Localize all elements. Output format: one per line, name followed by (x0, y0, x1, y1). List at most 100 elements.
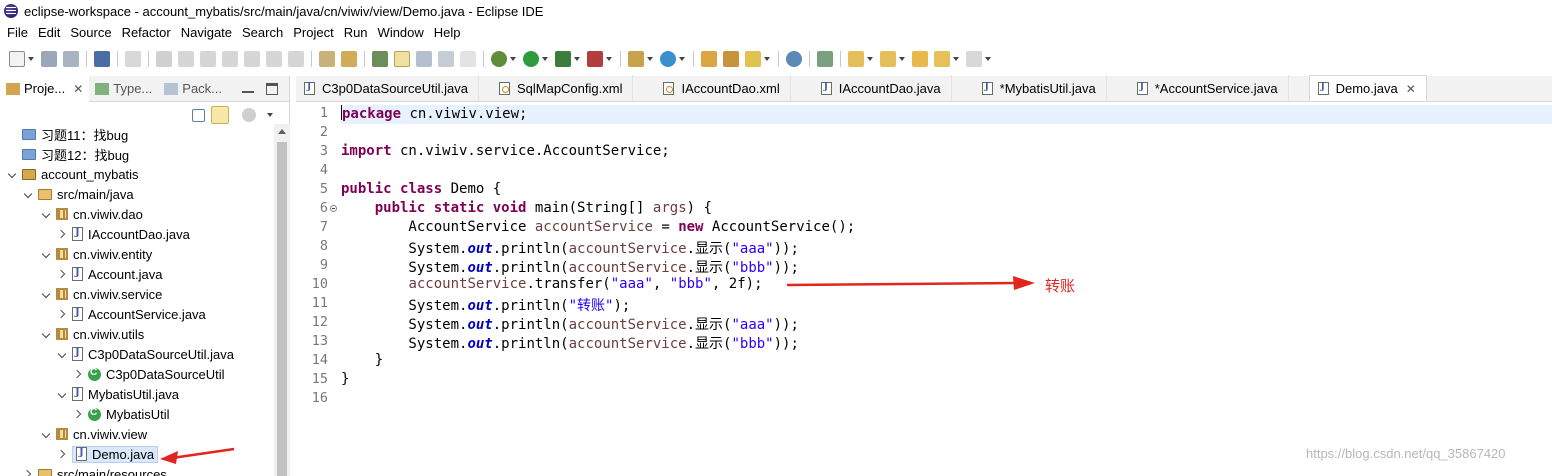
fold-collapse-icon[interactable] (330, 205, 337, 212)
tree-item[interactable]: cn.viwiv.entity (42, 244, 152, 264)
editor-tab[interactable]: *MybatisUtil.java (952, 75, 1107, 101)
toggle-ant-editor-icon[interactable] (372, 51, 388, 67)
expand-toggle-icon[interactable] (24, 189, 34, 199)
expand-toggle-icon[interactable] (58, 449, 68, 459)
expand-toggle-icon[interactable] (58, 389, 68, 399)
expand-toggle-icon[interactable] (58, 269, 68, 279)
close-icon[interactable]: ✕ (73, 82, 83, 96)
new-dropdown-icon[interactable] (28, 51, 35, 67)
open-type-icon[interactable] (701, 51, 717, 67)
menu-window[interactable]: Window (373, 25, 429, 40)
menu-source[interactable]: Source (65, 25, 116, 40)
coverage-icon[interactable] (555, 51, 571, 67)
run-icon[interactable] (523, 51, 539, 67)
step-over-icon[interactable] (266, 51, 282, 67)
expand-toggle-icon[interactable] (42, 329, 52, 339)
expand-toggle-icon[interactable] (58, 229, 68, 239)
step-into-icon[interactable] (244, 51, 260, 67)
editor-tab[interactable]: C3p0DataSourceUtil.java (296, 75, 479, 101)
tree-item[interactable]: C3p0DataSourceUtil (74, 364, 225, 384)
last-edit-location-icon[interactable] (912, 51, 928, 67)
new-java-project-icon[interactable] (628, 51, 644, 67)
menu-help[interactable]: Help (429, 25, 466, 40)
tree-item[interactable]: Account.java (58, 264, 162, 284)
expand-toggle-icon[interactable] (58, 309, 68, 319)
tree-item[interactable]: cn.viwiv.service (42, 284, 162, 304)
show-whitespace-icon[interactable] (460, 51, 476, 67)
editor-tab[interactable]: *AccountService.java (1107, 75, 1289, 101)
toggle-word-wrap-icon[interactable] (416, 51, 432, 67)
scrollbar-thumb[interactable] (277, 142, 287, 476)
new-java-class-icon[interactable] (660, 51, 676, 67)
tree-item[interactable]: cn.viwiv.dao (42, 204, 143, 224)
previous-annotation-dropdown-icon[interactable] (899, 51, 906, 67)
editor-tab[interactable]: IAccountDao.xml (633, 75, 791, 101)
debug-dropdown-icon[interactable] (510, 51, 517, 67)
open-web-browser-icon[interactable] (786, 51, 802, 67)
skip-breakpoints-icon[interactable] (125, 51, 141, 67)
minimize-icon[interactable] (242, 85, 255, 93)
back-icon[interactable] (934, 51, 950, 67)
tree-item[interactable]: AccountService.java (58, 304, 206, 324)
search-dropdown-icon[interactable] (764, 51, 771, 67)
disconnect-icon[interactable] (222, 51, 238, 67)
save-all-icon[interactable] (63, 51, 79, 67)
open-perspective-icon[interactable] (817, 51, 833, 67)
close-icon[interactable]: ✕ (1406, 82, 1416, 96)
new-java-project-dropdown-icon[interactable] (647, 51, 654, 67)
new-java-class-dropdown-icon[interactable] (679, 51, 686, 67)
scroll-up-icon[interactable] (278, 129, 286, 134)
expand-toggle-icon[interactable] (74, 369, 84, 379)
next-annotation-icon[interactable] (848, 51, 864, 67)
tab-project-explorer[interactable]: Proje... ✕ (0, 75, 90, 102)
step-return-icon[interactable] (288, 51, 304, 67)
link-with-editor-icon[interactable] (211, 106, 229, 124)
save-icon[interactable] (41, 51, 57, 67)
maximize-icon[interactable] (266, 82, 279, 95)
next-annotation-dropdown-icon[interactable] (867, 51, 874, 67)
expand-toggle-icon[interactable] (42, 249, 52, 259)
open-task-icon[interactable] (723, 51, 739, 67)
expand-toggle-icon[interactable] (42, 209, 52, 219)
external-tools-icon[interactable] (587, 51, 603, 67)
tree-item[interactable]: cn.viwiv.utils (42, 324, 144, 344)
debug-icon[interactable] (491, 51, 507, 67)
tree-item[interactable]: account_mybatis (8, 164, 139, 184)
menu-navigate[interactable]: Navigate (176, 25, 237, 40)
menu-project[interactable]: Project (288, 25, 338, 40)
menu-search[interactable]: Search (237, 25, 288, 40)
tree-item-selected[interactable]: Demo.java (58, 444, 159, 464)
expand-toggle-icon[interactable] (58, 349, 68, 359)
menu-run[interactable]: Run (339, 25, 373, 40)
tree-item[interactable]: C3p0DataSourceUtil.java (58, 344, 234, 364)
coverage-dropdown-icon[interactable] (574, 51, 581, 67)
back-dropdown-icon[interactable] (953, 51, 960, 67)
view-menu-icon[interactable] (267, 107, 274, 123)
previous-annotation-icon[interactable] (880, 51, 896, 67)
tree-item[interactable]: IAccountDao.java (58, 224, 190, 244)
tree-item[interactable]: src/main/java (24, 184, 134, 204)
tab-package-explorer[interactable]: Pack... (158, 76, 228, 102)
search-icon[interactable] (745, 51, 761, 67)
resume-icon[interactable] (156, 51, 172, 67)
forward-icon[interactable] (966, 51, 982, 67)
tree-item[interactable]: MybatisUtil.java (58, 384, 179, 404)
tree-item[interactable]: src/main/resources (24, 464, 167, 476)
tab-type-hierarchy[interactable]: Type... (89, 76, 158, 102)
menu-file[interactable]: File (2, 25, 33, 40)
toggle-mark-occurrences-icon[interactable] (394, 51, 410, 67)
expand-toggle-icon[interactable] (42, 429, 52, 439)
tree-item[interactable]: MybatisUtil (74, 404, 170, 424)
drop-to-frame-icon[interactable] (319, 51, 335, 67)
use-step-filters-icon[interactable] (341, 51, 357, 67)
block-selection-icon[interactable] (438, 51, 454, 67)
external-tools-dropdown-icon[interactable] (606, 51, 613, 67)
tree-item[interactable]: 习题11：找bug (22, 124, 128, 144)
new-icon[interactable] (9, 51, 25, 67)
filters-icon[interactable] (242, 108, 256, 122)
menu-edit[interactable]: Edit (33, 25, 65, 40)
terminate-icon[interactable] (200, 51, 216, 67)
forward-dropdown-icon[interactable] (985, 51, 992, 67)
expand-toggle-icon[interactable] (74, 409, 84, 419)
menu-refactor[interactable]: Refactor (117, 25, 176, 40)
